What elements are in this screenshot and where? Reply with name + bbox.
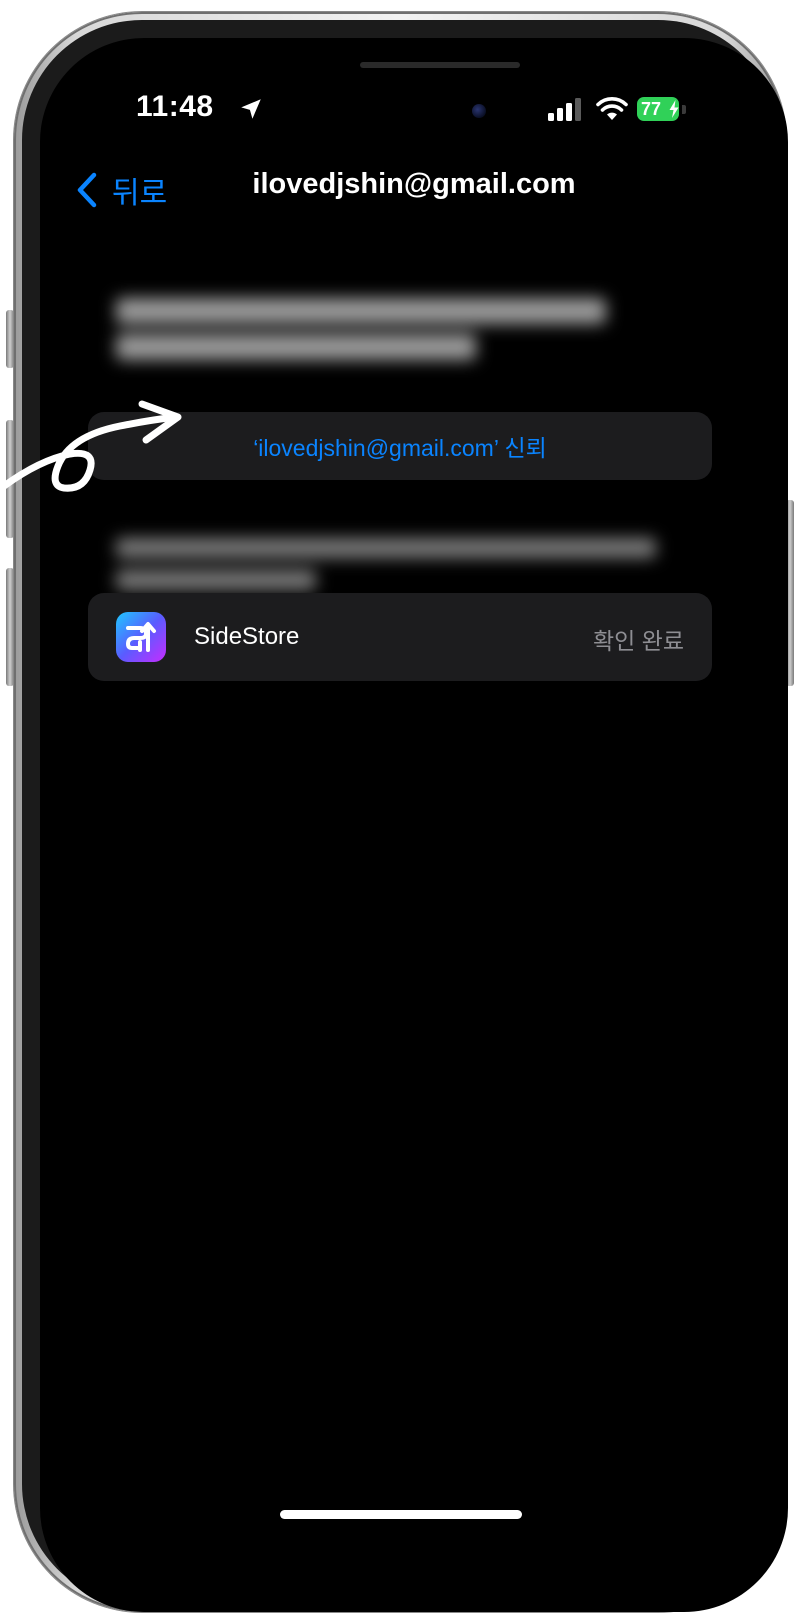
phone-frame: 11:48 77 뒤로 ilovedjshin@gmail.com ‘ilove… (14, 12, 788, 1612)
speaker-grille (360, 62, 520, 68)
home-indicator[interactable] (280, 1510, 522, 1519)
wifi-icon (596, 97, 628, 120)
blurred-description-bottom (116, 532, 676, 590)
front-camera-icon (472, 104, 486, 118)
sidestore-logo-icon (125, 622, 156, 652)
battery-cap (682, 105, 686, 114)
sidestore-app-icon (116, 612, 166, 662)
trust-developer-label: ‘ilovedjshin@gmail.com’ 신뢰 (253, 435, 547, 461)
phone-screen: 11:48 77 뒤로 ilovedjshin@gmail.com ‘ilove… (40, 38, 788, 1612)
app-list-item[interactable]: SideStore 확인 완료 (88, 593, 712, 681)
app-name: SideStore (194, 623, 300, 650)
status-time: 11:48 (136, 90, 214, 123)
location-arrow-icon (241, 99, 261, 119)
signal-icon (548, 98, 581, 121)
verification-status: 확인 완료 (592, 628, 684, 654)
blurred-description-top (116, 292, 626, 360)
volume-down-button (6, 568, 14, 686)
annotation-arrow-icon (0, 400, 182, 492)
action-button (6, 310, 14, 368)
battery-level: 77 (641, 99, 662, 119)
battery-charging-icon (669, 100, 679, 118)
page-title: ilovedjshin@gmail.com (252, 168, 576, 200)
